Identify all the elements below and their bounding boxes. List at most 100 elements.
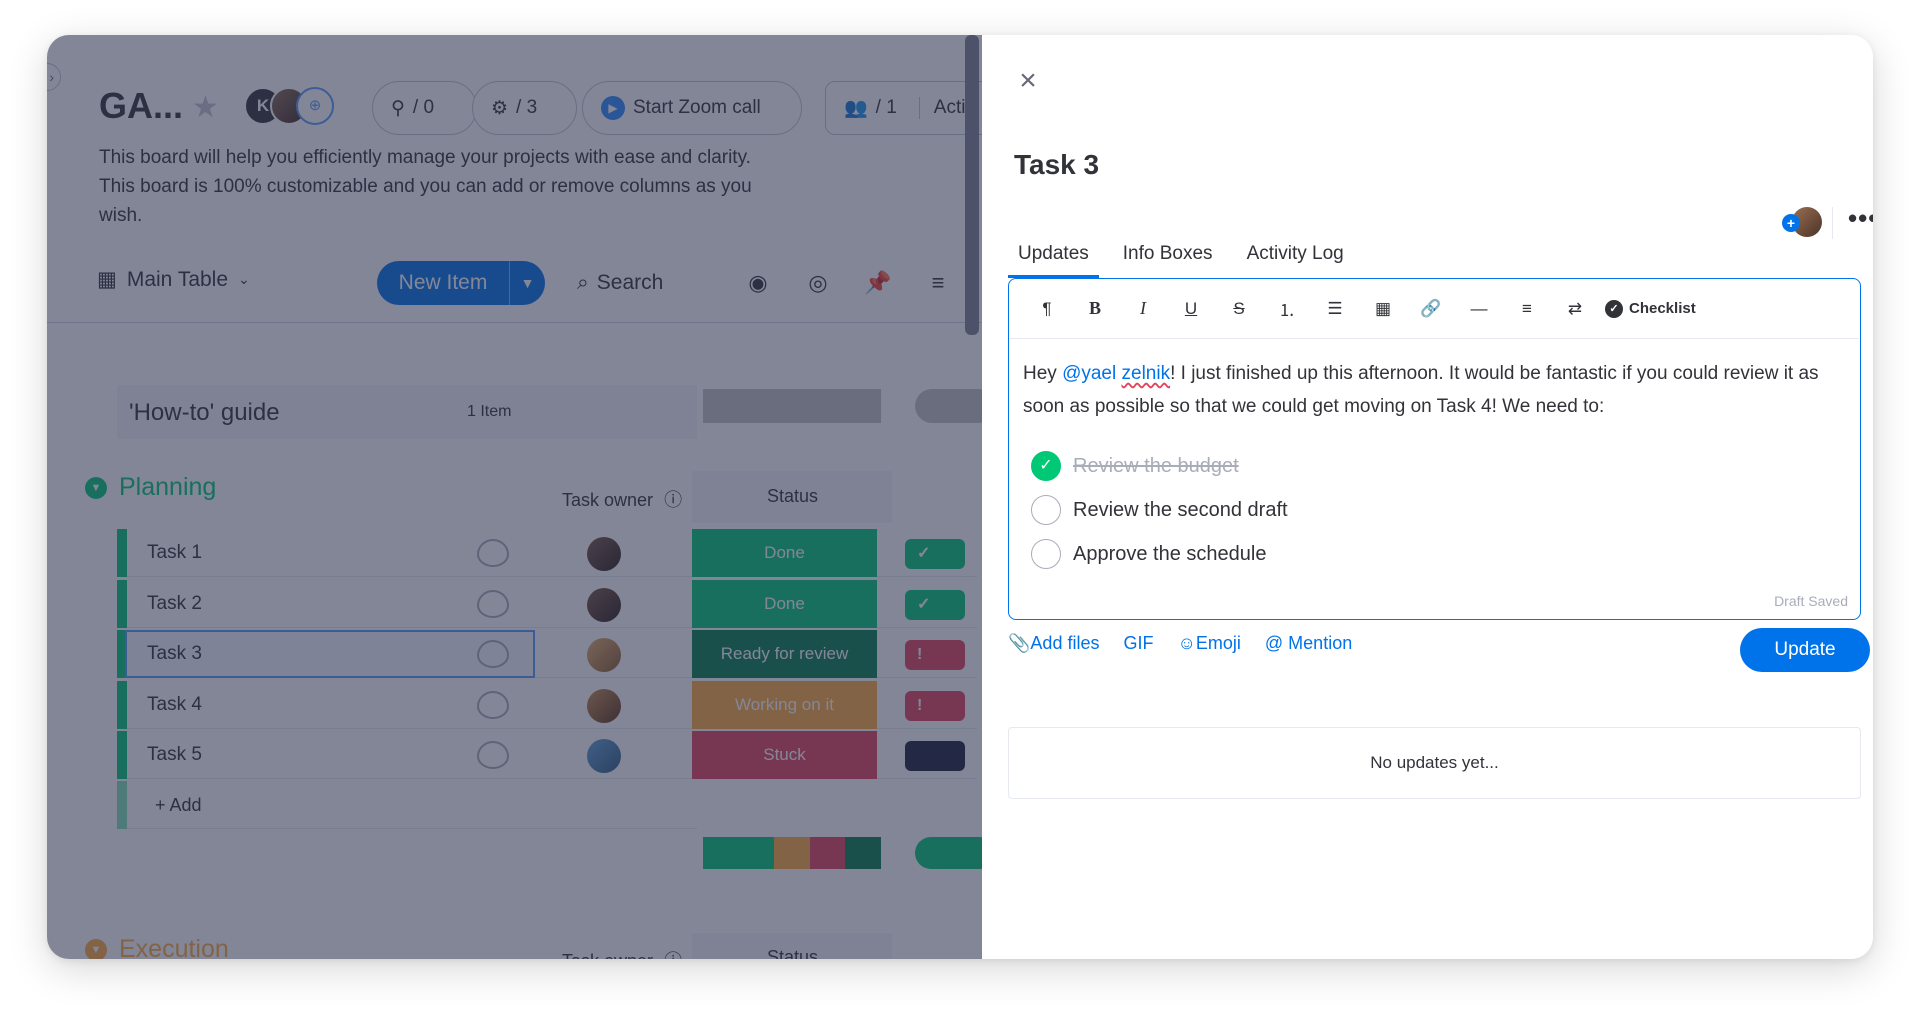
checklist-button[interactable]: ✓ Checklist: [1605, 299, 1696, 318]
italic-icon[interactable]: I: [1119, 298, 1167, 319]
board-members-avatars[interactable]: K ⊕: [244, 87, 344, 127]
task-name[interactable]: Task 5: [147, 744, 202, 766]
bullet-list-icon[interactable]: ☰: [1311, 299, 1359, 319]
hide-icon[interactable]: ◎: [802, 267, 834, 299]
comment-icon[interactable]: [477, 589, 509, 618]
panel-title[interactable]: Task 3: [1014, 149, 1099, 181]
checkbox[interactable]: [1031, 539, 1061, 569]
priority-cell[interactable]: ✓: [905, 589, 965, 620]
column-header-status[interactable]: Status: [767, 947, 818, 959]
priority-cell[interactable]: !: [905, 640, 965, 670]
priority-cell[interactable]: !: [905, 690, 965, 721]
checklist-item[interactable]: Approve the schedule: [1031, 539, 1266, 569]
comment-icon[interactable]: [477, 539, 509, 567]
group-header-execution[interactable]: ▼ Execution: [85, 935, 229, 959]
editor-body[interactable]: Hey @yael zelnik! I just finished up thi…: [1023, 357, 1853, 423]
chevron-down-icon[interactable]: ▼: [85, 938, 107, 959]
tab-info-boxes[interactable]: Info Boxes: [1113, 231, 1223, 278]
task-name[interactable]: Task 2: [147, 593, 202, 615]
summary-segment: [809, 837, 846, 869]
add-subscriber-icon[interactable]: +: [1782, 214, 1800, 232]
align-icon[interactable]: ≡: [1503, 299, 1551, 319]
tab-activity-log[interactable]: Activity Log: [1237, 231, 1354, 278]
column-header-owner[interactable]: Task owner ⓘ: [562, 947, 682, 959]
checklist-item[interactable]: ✓ Review the budget: [1031, 451, 1239, 481]
start-zoom-call-button[interactable]: ▶ Start Zoom call: [582, 81, 802, 135]
direction-icon[interactable]: ⇄: [1551, 299, 1599, 319]
underline-icon[interactable]: U: [1167, 299, 1215, 319]
add-files-button[interactable]: 📎Add files: [1008, 633, 1099, 654]
table-row[interactable]: Task 4 Working on it!: [117, 680, 977, 729]
chevron-down-icon[interactable]: ▼: [509, 261, 545, 305]
avatar[interactable]: [587, 537, 621, 571]
close-icon[interactable]: ×: [1012, 65, 1044, 97]
task-name[interactable]: Task 3: [147, 643, 202, 665]
table-row[interactable]: Task 3 Ready for review!: [117, 630, 977, 678]
search-icon: ⌕: [577, 271, 589, 294]
gif-button[interactable]: GIF: [1123, 633, 1153, 654]
info-icon[interactable]: ⓘ: [664, 490, 682, 510]
numbered-list-icon[interactable]: ⒈: [1263, 296, 1311, 321]
tab-updates[interactable]: Updates: [1008, 231, 1099, 278]
table-row[interactable]: Task 2 Done ✓: [117, 579, 977, 628]
mention[interactable]: @yael zelnik: [1062, 363, 1170, 384]
checkbox[interactable]: [1031, 495, 1061, 525]
task-name[interactable]: Task 4: [147, 694, 202, 716]
star-icon[interactable]: ★: [192, 90, 219, 125]
new-item-label: New Item: [398, 271, 488, 294]
group-stripe: [117, 680, 127, 729]
avatar[interactable]: [587, 688, 621, 723]
divider-icon[interactable]: —: [1455, 299, 1503, 319]
add-item-row[interactable]: + Add: [117, 781, 697, 829]
mention-button[interactable]: @ Mention: [1265, 633, 1352, 654]
status-cell[interactable]: Done: [692, 579, 877, 628]
strikethrough-icon[interactable]: S: [1215, 299, 1263, 319]
board-description[interactable]: This board will help you efficiently man…: [99, 143, 779, 230]
priority-cell[interactable]: ✓: [905, 539, 965, 569]
filter-icon[interactable]: ≡: [922, 267, 954, 299]
avatar[interactable]: [587, 587, 621, 622]
status-cell[interactable]: Stuck: [692, 731, 877, 779]
more-options-icon[interactable]: •••: [1848, 203, 1873, 234]
activity-label[interactable]: Acti: [918, 97, 965, 119]
table-icon[interactable]: ▦: [1359, 299, 1407, 319]
scrollbar[interactable]: [965, 35, 979, 335]
person-filter-icon[interactable]: ◉: [742, 267, 774, 299]
checkbox[interactable]: ✓: [1031, 451, 1061, 481]
column-header-status[interactable]: Status: [767, 486, 818, 507]
new-item-button[interactable]: New Item ▼: [377, 261, 545, 305]
comment-icon[interactable]: [477, 640, 509, 668]
column-header-owner[interactable]: Task owner ⓘ: [562, 486, 682, 512]
table-row[interactable]: Task 5 Stuck: [117, 731, 977, 779]
automations-button[interactable]: ⚙ / 3: [472, 81, 577, 135]
avatar[interactable]: [587, 638, 621, 672]
group-header-guide[interactable]: 'How-to' guide 1 Item: [117, 385, 697, 439]
view-selector[interactable]: ▦ Main Table ⌄: [97, 267, 250, 292]
status-cell[interactable]: Working on it: [692, 680, 877, 729]
integrations-button[interactable]: ⚲ / 0: [372, 81, 477, 135]
update-button[interactable]: Update: [1740, 628, 1870, 672]
search-button[interactable]: ⌕ Search: [577, 271, 663, 295]
chevron-down-icon[interactable]: ▼: [85, 476, 107, 499]
comment-icon[interactable]: [477, 690, 509, 719]
divider: [1832, 207, 1833, 239]
members-button[interactable]: 👥 / 1 Acti: [825, 81, 982, 135]
update-editor[interactable]: ¶ B I U S ⒈ ☰ ▦ 🔗 — ≡ ⇄ ✓ Checklist Hey …: [1008, 278, 1861, 620]
chevron-right-icon[interactable]: ›: [47, 63, 61, 91]
group-header-planning[interactable]: ▼ Planning: [85, 473, 216, 502]
status-cell[interactable]: Ready for review: [692, 630, 877, 678]
info-icon[interactable]: ⓘ: [664, 951, 682, 959]
checklist-item[interactable]: Review the second draft: [1031, 495, 1288, 525]
priority-cell[interactable]: [905, 741, 965, 771]
paragraph-icon[interactable]: ¶: [1023, 299, 1071, 319]
table-row[interactable]: Task 1 Done ✓: [117, 529, 977, 577]
emoji-button[interactable]: ☺Emoji: [1177, 633, 1240, 654]
status-cell[interactable]: Done: [692, 529, 877, 577]
comment-icon[interactable]: [477, 741, 509, 769]
board-title[interactable]: GA...: [99, 85, 183, 127]
avatar[interactable]: [587, 739, 621, 773]
task-name[interactable]: Task 1: [147, 542, 202, 564]
link-icon[interactable]: 🔗: [1407, 299, 1455, 319]
pin-icon[interactable]: 📌: [862, 267, 894, 299]
bold-icon[interactable]: B: [1071, 298, 1119, 319]
